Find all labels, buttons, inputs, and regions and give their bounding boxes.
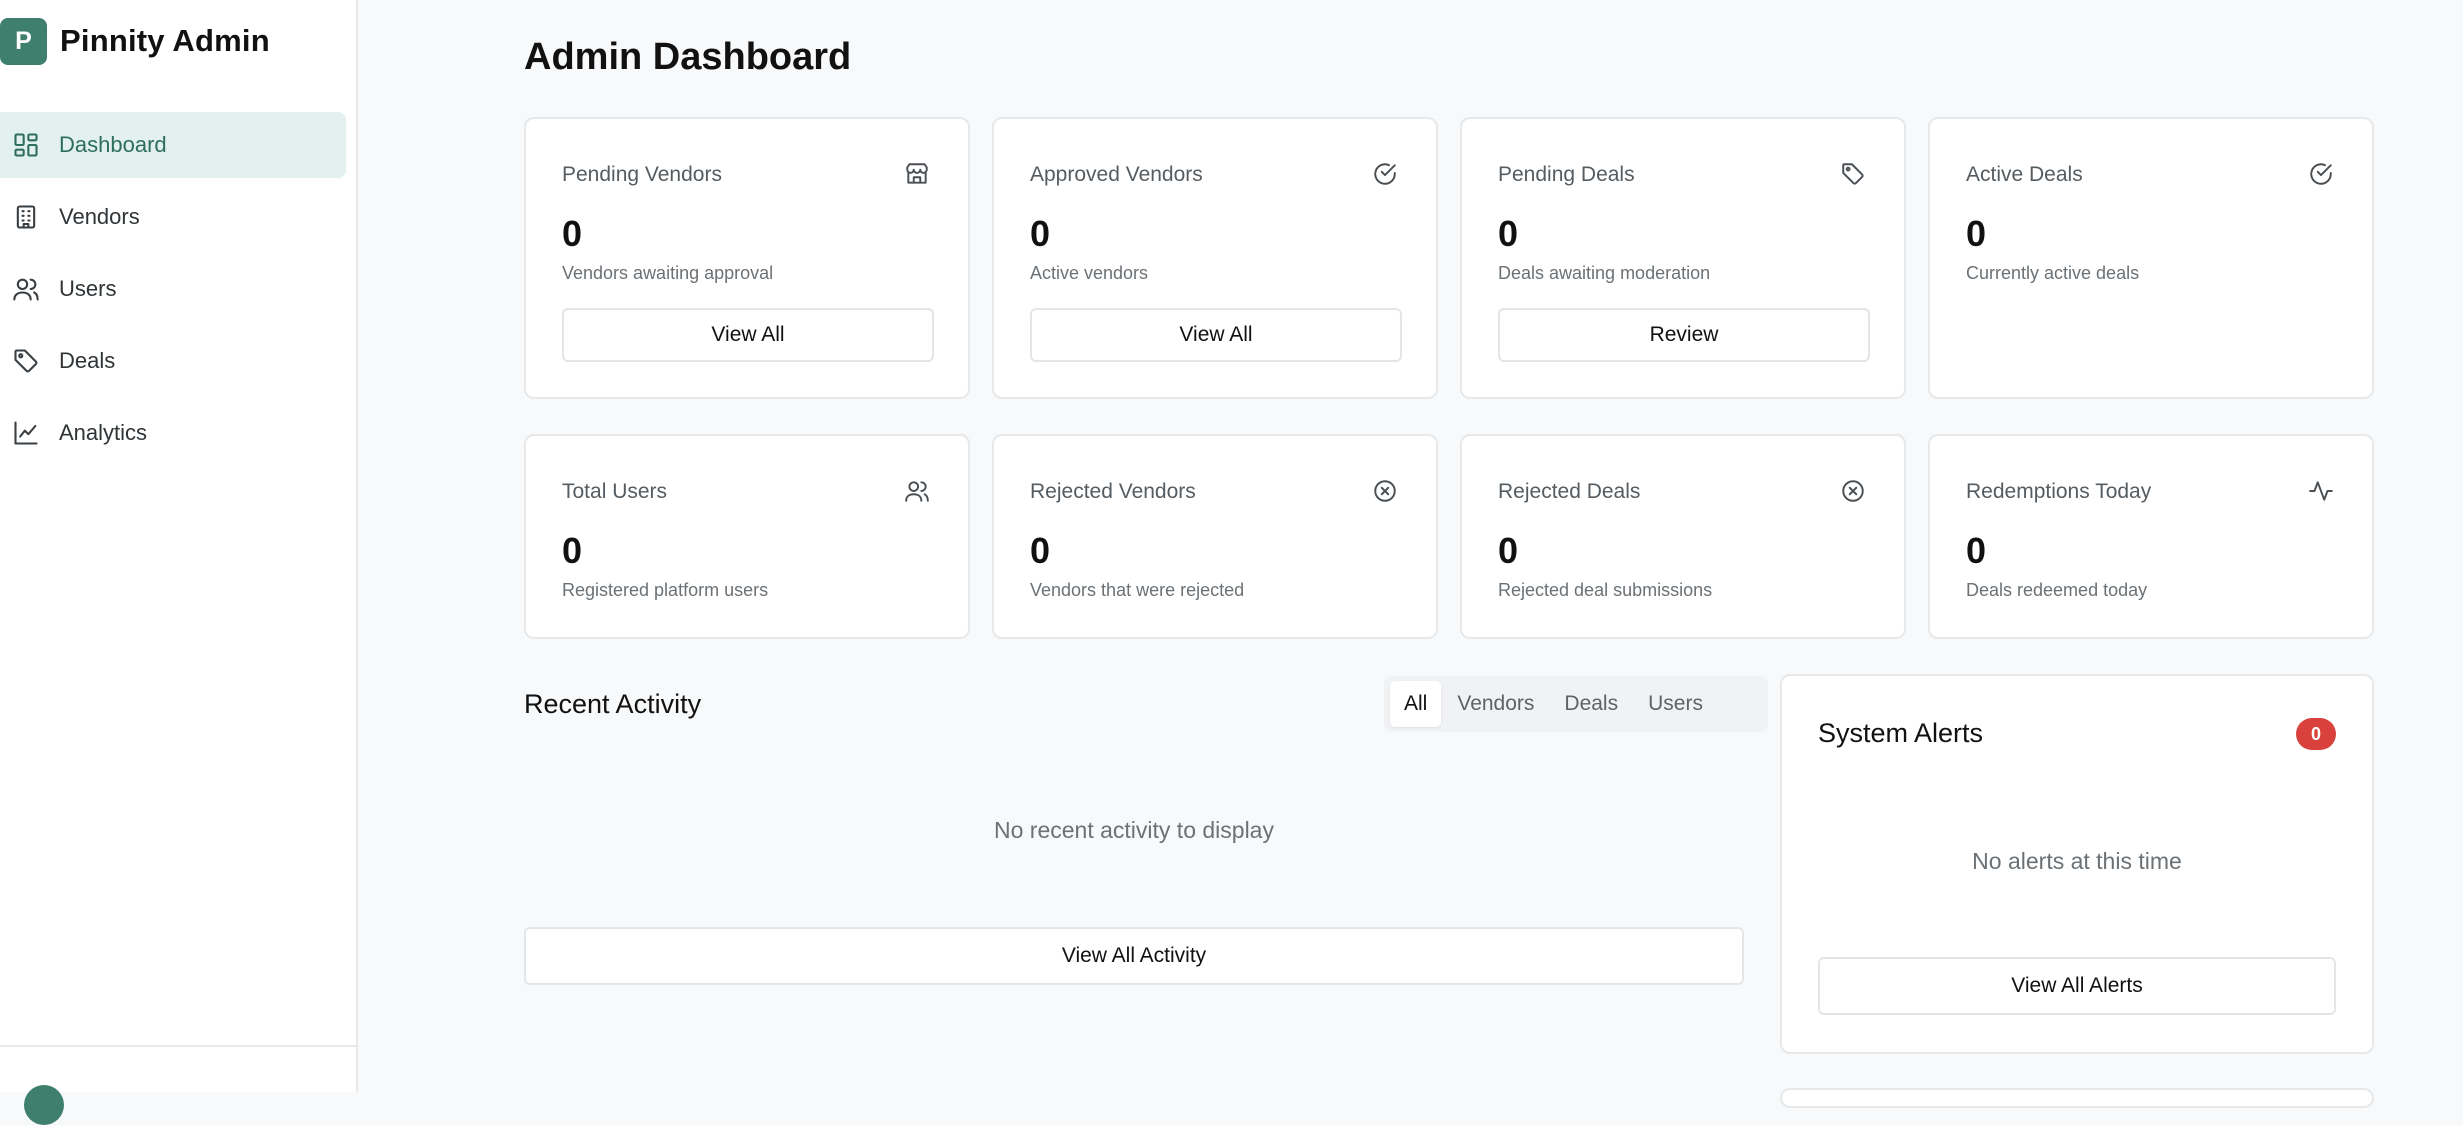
stat-value: 0 [1030,530,1051,571]
stat-title: Pending Deals [1498,163,1635,186]
sidebar-item-vendors[interactable]: Vendors [0,184,346,250]
alerts-count-badge: 0 [2296,718,2336,750]
view-all-approved-vendors-button[interactable]: View All [1030,308,1402,362]
tab-deals[interactable]: Deals [1550,681,1632,727]
stat-title: Approved Vendors [1030,163,1203,186]
users-icon [12,275,40,303]
sidebar-nav: Dashboard Vendors Users Deals Analytics [0,112,346,472]
users-icon [904,478,930,504]
stat-subtitle: Registered platform users [562,580,769,600]
view-all-pending-vendors-button[interactable]: View All [562,308,934,362]
system-alerts-title: System Alerts [1818,718,1984,748]
brand[interactable]: P Pinnity Admin [0,16,270,66]
tab-users[interactable]: Users [1634,681,1717,727]
review-pending-deals-button[interactable]: Review [1498,308,1870,362]
building-icon [12,203,40,231]
brand-logo: P [0,17,47,65]
stat-subtitle: Vendors that were rejected [1030,580,1245,600]
tag-icon [1840,161,1866,187]
view-all-alerts-button[interactable]: View All Alerts [1818,957,2336,1015]
dashboard-grid-icon [12,131,40,159]
brand-name: Pinnity Admin [60,23,270,58]
sidebar-item-analytics[interactable]: Analytics [0,400,346,466]
x-circle-icon [1840,478,1866,504]
stat-value: 0 [562,530,583,571]
tab-all[interactable]: All [1390,681,1442,727]
stat-card-redemptions-today: Redemptions Today 0 Deals redeemed today [1928,434,2374,639]
stat-card-total-users: Total Users 0 Registered platform users [524,434,970,639]
stat-card-active-deals: Active Deals 0 Currently active deals [1928,117,2374,399]
next-card-edge [1780,1088,2374,1108]
activity-tabs: All Vendors Deals Users [1384,676,1768,732]
stat-subtitle: Rejected deal submissions [1498,580,1713,600]
recent-activity-title: Recent Activity [524,689,702,719]
stat-value: 0 [1498,213,1519,254]
stat-subtitle: Deals awaiting moderation [1498,263,1711,283]
stat-subtitle: Active vendors [1030,263,1149,283]
stat-card-approved-vendors: Approved Vendors 0 Active vendors View A… [992,117,1438,399]
stat-title: Active Deals [1966,163,2083,186]
sidebar-item-label: Vendors [59,204,140,229]
tag-icon [12,347,40,375]
stat-title: Rejected Vendors [1030,480,1196,503]
alerts-empty-state: No alerts at this time [1972,848,2182,874]
activity-empty-state: No recent activity to display [994,817,1274,843]
page-title: Admin Dashboard [524,36,852,78]
sidebar-item-label: Users [59,276,117,301]
sidebar-item-label: Analytics [59,420,148,445]
stat-subtitle: Currently active deals [1966,263,2140,283]
sidebar-item-dashboard[interactable]: Dashboard [0,112,346,178]
line-chart-icon [12,419,40,447]
tab-vendors[interactable]: Vendors [1443,681,1548,727]
stat-title: Pending Vendors [562,163,722,186]
stat-value: 0 [1498,530,1519,571]
check-circle-icon [1372,161,1398,187]
system-alerts-card: System Alerts 0 No alerts at this time V… [1780,674,2374,1054]
stat-value: 0 [1966,530,1987,571]
stat-subtitle: Deals redeemed today [1966,580,2148,600]
sidebar-item-label: Dashboard [59,132,167,157]
sidebar-footer [0,1045,356,1125]
stat-card-pending-vendors: Pending Vendors 0 Vendors awaiting appro… [524,117,970,399]
x-circle-icon [1372,478,1398,504]
stat-card-pending-deals: Pending Deals 0 Deals awaiting moderatio… [1460,117,1906,399]
sidebar-item-users[interactable]: Users [0,256,346,322]
activity-icon [2308,478,2334,504]
check-circle-icon [2308,161,2334,187]
stat-value: 0 [1030,213,1051,254]
store-icon [904,161,930,187]
stat-title: Redemptions Today [1966,480,2152,503]
sidebar: P Pinnity Admin Dashboard Vendors Users … [0,0,358,1125]
stat-value: 0 [562,213,583,254]
avatar[interactable] [24,1085,64,1125]
view-all-activity-button[interactable]: View All Activity [524,927,1744,985]
sidebar-item-label: Deals [59,348,116,373]
stat-value: 0 [1966,213,1987,254]
stat-title: Total Users [562,480,668,503]
stat-title: Rejected Deals [1498,480,1641,503]
sidebar-item-deals[interactable]: Deals [0,328,346,394]
stat-card-rejected-deals: Rejected Deals 0 Rejected deal submissio… [1460,434,1906,639]
stat-card-rejected-vendors: Rejected Vendors 0 Vendors that were rej… [992,434,1438,639]
stat-subtitle: Vendors awaiting approval [562,263,774,283]
